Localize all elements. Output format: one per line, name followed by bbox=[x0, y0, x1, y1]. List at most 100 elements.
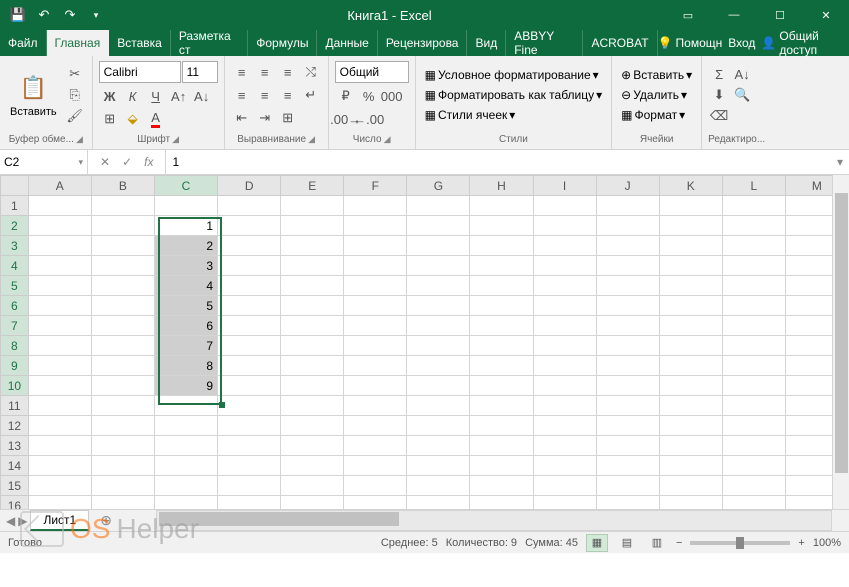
cell-H7[interactable] bbox=[470, 316, 533, 336]
cell-H13[interactable] bbox=[470, 436, 533, 456]
col-header-B[interactable]: B bbox=[91, 176, 154, 196]
cell-B16[interactable] bbox=[91, 496, 154, 510]
cell-H10[interactable] bbox=[470, 376, 533, 396]
col-header-A[interactable]: A bbox=[28, 176, 91, 196]
cell-L16[interactable] bbox=[722, 496, 785, 510]
namebox-dropdown-icon[interactable]: ▾ bbox=[78, 157, 83, 168]
cell-K12[interactable] bbox=[659, 416, 722, 436]
cell-I12[interactable] bbox=[533, 416, 596, 436]
cell-I3[interactable] bbox=[533, 236, 596, 256]
cell-A8[interactable] bbox=[28, 336, 91, 356]
cell-D3[interactable] bbox=[218, 236, 281, 256]
tab-acrobat[interactable]: ACROBAT bbox=[583, 30, 657, 56]
cell-A3[interactable] bbox=[28, 236, 91, 256]
zoom-in-icon[interactable]: + bbox=[798, 537, 804, 549]
cell-H5[interactable] bbox=[470, 276, 533, 296]
cell-I6[interactable] bbox=[533, 296, 596, 316]
cell-K7[interactable] bbox=[659, 316, 722, 336]
cell-I11[interactable] bbox=[533, 396, 596, 416]
cell-H8[interactable] bbox=[470, 336, 533, 356]
cell-K11[interactable] bbox=[659, 396, 722, 416]
cell-A9[interactable] bbox=[28, 356, 91, 376]
cell-K9[interactable] bbox=[659, 356, 722, 376]
cell-F14[interactable] bbox=[344, 456, 407, 476]
fill-handle[interactable] bbox=[219, 402, 225, 408]
cell-K10[interactable] bbox=[659, 376, 722, 396]
ribbon-options-icon[interactable]: ▭ bbox=[665, 0, 711, 30]
bold-icon[interactable]: Ж bbox=[99, 86, 121, 106]
tab-data[interactable]: Данные bbox=[317, 30, 377, 56]
vertical-scrollbar[interactable] bbox=[832, 175, 849, 509]
align-right-icon[interactable]: ≡ bbox=[277, 85, 299, 105]
cell-F6[interactable] bbox=[344, 296, 407, 316]
cell-K1[interactable] bbox=[659, 196, 722, 216]
cell-B13[interactable] bbox=[91, 436, 154, 456]
cut-icon[interactable]: ✂ bbox=[64, 64, 86, 84]
row-header-12[interactable]: 12 bbox=[1, 416, 29, 436]
cell-I10[interactable] bbox=[533, 376, 596, 396]
cell-K16[interactable] bbox=[659, 496, 722, 510]
cell-K14[interactable] bbox=[659, 456, 722, 476]
cell-C5[interactable]: 4 bbox=[154, 276, 217, 296]
copy-icon[interactable]: ⎘ bbox=[64, 85, 86, 105]
cell-D16[interactable] bbox=[218, 496, 281, 510]
clear-icon[interactable]: ⌫ bbox=[708, 106, 730, 126]
row-header-6[interactable]: 6 bbox=[1, 296, 29, 316]
cell-L6[interactable] bbox=[722, 296, 785, 316]
cell-I9[interactable] bbox=[533, 356, 596, 376]
cell-C6[interactable]: 5 bbox=[154, 296, 217, 316]
cell-L4[interactable] bbox=[722, 256, 785, 276]
delete-cells-button[interactable]: ⊖Удалить ▾ bbox=[618, 87, 695, 103]
cell-D8[interactable] bbox=[218, 336, 281, 356]
expand-formula-icon[interactable]: ▾ bbox=[831, 150, 849, 174]
cell-H4[interactable] bbox=[470, 256, 533, 276]
cell-G15[interactable] bbox=[407, 476, 470, 496]
decrease-font-icon[interactable]: A↓ bbox=[191, 86, 213, 106]
row-header-15[interactable]: 15 bbox=[1, 476, 29, 496]
cell-E11[interactable] bbox=[281, 396, 344, 416]
cell-B15[interactable] bbox=[91, 476, 154, 496]
font-color-icon[interactable]: A bbox=[145, 109, 167, 129]
cell-F13[interactable] bbox=[344, 436, 407, 456]
align-center-icon[interactable]: ≡ bbox=[254, 85, 276, 105]
cell-C8[interactable]: 7 bbox=[154, 336, 217, 356]
row-header-9[interactable]: 9 bbox=[1, 356, 29, 376]
tab-pagelayout[interactable]: Разметка ст bbox=[171, 30, 248, 56]
cell-K3[interactable] bbox=[659, 236, 722, 256]
close-button[interactable]: ✕ bbox=[803, 0, 849, 30]
cell-J2[interactable] bbox=[596, 216, 659, 236]
cancel-formula-icon[interactable]: ✕ bbox=[96, 155, 114, 169]
conditional-format-button[interactable]: ▦Условное форматирование ▾ bbox=[422, 67, 606, 83]
cell-K4[interactable] bbox=[659, 256, 722, 276]
cell-F12[interactable] bbox=[344, 416, 407, 436]
cell-J11[interactable] bbox=[596, 396, 659, 416]
cell-E15[interactable] bbox=[281, 476, 344, 496]
vscroll-thumb[interactable] bbox=[835, 193, 848, 473]
cell-J9[interactable] bbox=[596, 356, 659, 376]
cell-E13[interactable] bbox=[281, 436, 344, 456]
row-header-10[interactable]: 10 bbox=[1, 376, 29, 396]
undo-icon[interactable]: ↶ bbox=[32, 3, 56, 27]
cell-C3[interactable]: 2 bbox=[154, 236, 217, 256]
cell-B2[interactable] bbox=[91, 216, 154, 236]
cell-J13[interactable] bbox=[596, 436, 659, 456]
cell-B9[interactable] bbox=[91, 356, 154, 376]
cell-E7[interactable] bbox=[281, 316, 344, 336]
cell-D6[interactable] bbox=[218, 296, 281, 316]
cell-A1[interactable] bbox=[28, 196, 91, 216]
row-header-1[interactable]: 1 bbox=[1, 196, 29, 216]
align-launcher-icon[interactable]: ◢ bbox=[308, 134, 315, 145]
tab-file[interactable]: Файл bbox=[0, 30, 47, 56]
increase-indent-icon[interactable]: ⇥ bbox=[254, 108, 276, 128]
font-size-input[interactable] bbox=[182, 61, 218, 83]
border-icon[interactable]: ⊞ bbox=[99, 109, 121, 129]
percent-icon[interactable]: % bbox=[358, 86, 380, 106]
cell-C15[interactable] bbox=[154, 476, 217, 496]
col-header-D[interactable]: D bbox=[218, 176, 281, 196]
format-table-button[interactable]: ▦Форматировать как таблицу ▾ bbox=[422, 87, 606, 103]
cell-H14[interactable] bbox=[470, 456, 533, 476]
align-top-icon[interactable]: ≡ bbox=[231, 62, 253, 82]
cell-I15[interactable] bbox=[533, 476, 596, 496]
maximize-button[interactable]: ☐ bbox=[757, 0, 803, 30]
cell-A5[interactable] bbox=[28, 276, 91, 296]
